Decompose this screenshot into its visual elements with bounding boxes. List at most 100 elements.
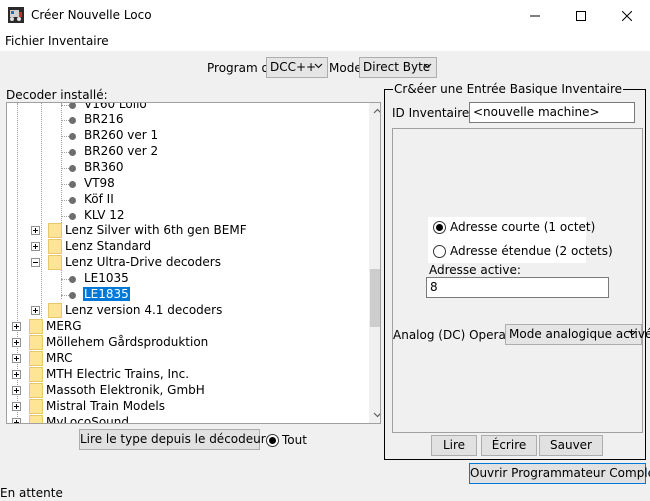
menu-fichier[interactable]: Fichier — [5, 34, 44, 48]
tree-node-vt98[interactable]: VT98 — [7, 176, 367, 192]
tree-node-mistral[interactable]: Mistral Train Models — [7, 399, 367, 415]
expand-icon[interactable] — [12, 386, 21, 395]
leaf-bullet-icon — [69, 181, 76, 188]
chevron-up-icon — [373, 108, 380, 114]
scroll-down-button[interactable] — [369, 407, 380, 423]
tree-node-label: Lenz Silver with 6th gen BEMF — [65, 223, 247, 237]
tree-node-br360[interactable]: BR360 — [7, 160, 367, 176]
chevron-down-icon — [423, 63, 432, 69]
tree-node-label: Lenz Ultra-Drive decoders — [65, 255, 221, 269]
tree-node-mrc[interactable]: MRC — [7, 351, 367, 367]
long-address-radio[interactable] — [433, 245, 446, 258]
menu-bar: Fichier Inventaire — [0, 31, 650, 51]
short-address-radio[interactable] — [433, 221, 446, 234]
folder-icon — [48, 239, 62, 254]
tree-node-merg[interactable]: MERG — [7, 319, 367, 335]
tree-node-klv12[interactable]: KLV 12 — [7, 208, 367, 224]
chevron-down-icon — [373, 412, 380, 418]
expand-icon[interactable] — [31, 226, 40, 235]
leaf-bullet-icon — [69, 197, 76, 204]
tree-node-label: MERG — [46, 319, 82, 333]
expand-icon[interactable] — [31, 242, 40, 251]
minimize-button[interactable] — [512, 0, 558, 31]
expand-icon[interactable] — [12, 418, 21, 423]
id-inventory-input[interactable]: <nouvelle machine> — [469, 102, 635, 123]
mode-select[interactable]: Direct Byte — [359, 57, 437, 78]
decoder-tree[interactable]: V160 Lollo BR216 BR260 ver 1 BR260 ver 2… — [6, 102, 381, 424]
all-radio[interactable] — [266, 434, 279, 447]
scroll-thumb[interactable] — [370, 269, 380, 327]
tree-node-lenz-v41[interactable]: Lenz version 4.1 decoders — [7, 303, 367, 319]
tree-node-label: Massoth Elektronik, GmbH — [46, 383, 205, 397]
tree-node-lenz-silver[interactable]: Lenz Silver with 6th gen BEMF — [7, 223, 367, 239]
folder-icon — [29, 319, 43, 334]
tree-node-label: LE1035 — [84, 271, 129, 285]
tree-node-br260-ver2[interactable]: BR260 ver 2 — [7, 144, 367, 160]
scroll-up-button[interactable] — [369, 103, 380, 119]
folder-icon — [48, 223, 62, 238]
tree-node-kof-ii[interactable]: Köf II — [7, 192, 367, 208]
tree-node-mylocosound[interactable]: MyLocoSound — [7, 415, 367, 424]
folder-icon — [29, 415, 43, 423]
folder-icon — [48, 303, 62, 318]
folder-icon — [29, 335, 43, 350]
collapse-icon[interactable] — [31, 258, 40, 267]
tree-node-label: BR216 — [84, 112, 124, 126]
leaf-bullet-icon — [69, 103, 76, 109]
tree-scrollbar[interactable] — [369, 103, 380, 423]
short-address-label: Adresse courte (1 octet) — [450, 220, 596, 234]
leaf-bullet-icon — [69, 149, 76, 156]
tree-node-mth[interactable]: MTH Electric Trains, Inc. — [7, 367, 367, 383]
leaf-bullet-icon — [69, 292, 76, 299]
active-address-label: Adresse active: — [429, 263, 521, 277]
tree-node-le1035[interactable]: LE1035 — [7, 271, 367, 287]
folder-open-icon — [48, 255, 62, 270]
id-inventory-label: ID Inventaire — [392, 106, 470, 120]
write-button[interactable]: Écrire — [481, 435, 537, 456]
leaf-bullet-icon — [69, 276, 76, 283]
tree-node-le1835[interactable]: LE1835 — [7, 287, 367, 303]
tree-node-label: MTH Electric Trains, Inc. — [46, 367, 190, 381]
tree-node-label: Lenz Standard — [65, 239, 152, 253]
expand-icon[interactable] — [12, 370, 21, 379]
expand-icon[interactable] — [12, 354, 21, 363]
tree-node-mollehem[interactable]: Möllehem Gårdsproduktion — [7, 335, 367, 351]
folder-icon — [29, 351, 43, 366]
tree-node-massoth[interactable]: Massoth Elektronik, GmbH — [7, 383, 367, 399]
open-full-programmer-button[interactable]: Ouvrir Programmateur Complet — [469, 463, 650, 484]
tree-node-label-selected: LE1835 — [83, 287, 130, 301]
menu-inventaire[interactable]: Inventaire — [48, 34, 109, 48]
tree-node-label: BR260 ver 1 — [84, 128, 159, 142]
mode-value: Direct Byte — [363, 60, 431, 74]
analog-mode-select[interactable]: Mode analogique activé — [505, 324, 650, 345]
tree-node-label: BR360 — [84, 160, 124, 174]
tree-node-lenz-standard[interactable]: Lenz Standard — [7, 239, 367, 255]
program-on-value: DCC++ — [270, 60, 317, 74]
active-address-input[interactable]: 8 — [426, 277, 609, 298]
read-button[interactable]: Lire — [431, 435, 477, 456]
save-button[interactable]: Sauver — [539, 435, 603, 456]
folder-icon — [29, 383, 43, 398]
expand-icon[interactable] — [12, 402, 21, 411]
expand-icon[interactable] — [12, 338, 21, 347]
leaf-bullet-icon — [69, 213, 76, 220]
tree-node-br216[interactable]: BR216 — [7, 112, 367, 128]
tree-node-lenz-ultra-drive[interactable]: Lenz Ultra-Drive decoders — [7, 255, 367, 271]
all-label: Tout — [282, 433, 307, 447]
maximize-button[interactable] — [558, 0, 604, 31]
tree-node-label: V160 Lollo — [84, 102, 147, 111]
tree-node-br260-ver1[interactable]: BR260 ver 1 — [7, 128, 367, 144]
chevron-down-icon — [314, 63, 323, 69]
close-button[interactable] — [604, 0, 650, 31]
leaf-bullet-icon — [69, 165, 76, 172]
program-on-select[interactable]: DCC++ — [266, 57, 328, 78]
leaf-bullet-icon — [69, 117, 76, 124]
minimize-icon — [530, 15, 540, 16]
expand-icon[interactable] — [31, 306, 40, 315]
tree-node-label: BR260 ver 2 — [84, 144, 159, 158]
tree-node-label: Mistral Train Models — [46, 399, 165, 413]
read-decoder-type-button[interactable]: Lire le type depuis le décodeur — [79, 429, 266, 450]
tree-node-label: MyLocoSound — [46, 415, 129, 424]
tree-node-label: MRC — [46, 351, 73, 365]
expand-icon[interactable] — [12, 322, 21, 331]
